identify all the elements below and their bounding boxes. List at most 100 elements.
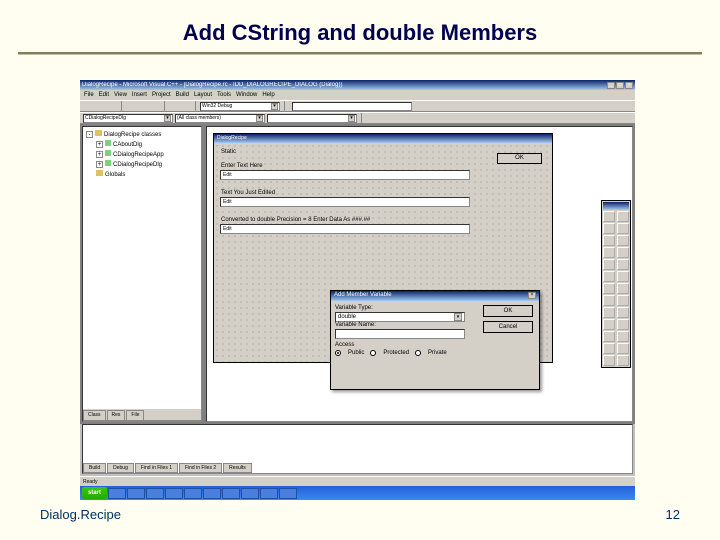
close-button[interactable]: ×	[625, 82, 633, 89]
ip-tool-icon[interactable]	[617, 343, 629, 354]
radio-public[interactable]	[335, 350, 341, 356]
progress-tool-icon[interactable]	[617, 283, 629, 294]
output-tab-results[interactable]: Results	[223, 463, 252, 473]
menu-layout[interactable]: Layout	[194, 92, 212, 98]
tree-item[interactable]: +CDialogRecipeApp	[86, 150, 198, 160]
config-combo[interactable]: Win32 Debug ▾	[200, 102, 280, 111]
tab-resourceview[interactable]: Res	[107, 410, 126, 420]
tree-item[interactable]: +CAboutDlg	[86, 140, 198, 150]
plus-icon[interactable]: +	[96, 161, 103, 168]
variable-name-input[interactable]	[335, 329, 465, 339]
radio-tool-icon[interactable]	[617, 247, 629, 258]
hscroll-tool-icon[interactable]	[603, 271, 615, 282]
members-combo[interactable]: (All class members) ▾	[175, 114, 265, 123]
radio-protected[interactable]	[370, 350, 376, 356]
edit-field-1[interactable]: Edit	[220, 170, 470, 180]
chevron-down-icon[interactable]: ▾	[348, 115, 355, 122]
output-tab-find2[interactable]: Find in Files 2	[179, 463, 222, 473]
animate-tool-icon[interactable]	[617, 319, 629, 330]
function-combo[interactable]: ▾	[267, 114, 357, 123]
start-button[interactable]: start	[82, 487, 107, 499]
tree-tool-icon[interactable]	[617, 307, 629, 318]
controls-palette[interactable]	[601, 200, 631, 368]
extended-tool-icon[interactable]	[617, 355, 629, 366]
spin-tool-icon[interactable]	[603, 283, 615, 294]
task-button[interactable]	[260, 488, 278, 499]
undo-icon[interactable]	[169, 101, 179, 111]
tab-tool-icon[interactable]	[603, 319, 615, 330]
palette-titlebar[interactable]	[603, 202, 629, 210]
tree-root[interactable]: -DialogRecipe classes	[86, 130, 198, 140]
redo-icon[interactable]	[181, 101, 191, 111]
slider-tool-icon[interactable]	[603, 295, 615, 306]
modal-ok-button[interactable]: OK	[483, 305, 533, 317]
chevron-down-icon[interactable]: ▾	[271, 103, 278, 110]
chevron-down-icon[interactable]: ▾	[454, 313, 462, 321]
find-input[interactable]	[292, 102, 412, 111]
execute-icon[interactable]	[390, 113, 400, 123]
radio-private[interactable]	[415, 350, 421, 356]
maximize-button[interactable]: □	[616, 82, 624, 89]
modal-titlebar[interactable]: Add Member Variable ×	[331, 291, 539, 301]
task-button[interactable]	[241, 488, 259, 499]
static-label[interactable]: Static	[220, 149, 237, 155]
menu-build[interactable]: Build	[176, 92, 189, 98]
tab-fileview[interactable]: File	[126, 410, 144, 420]
plus-icon[interactable]: +	[96, 151, 103, 158]
static-tool-icon[interactable]	[603, 223, 615, 234]
class-tree[interactable]: -DialogRecipe classes +CAboutDlg +CDialo…	[83, 127, 201, 409]
edit-tool-icon[interactable]	[617, 223, 629, 234]
save-icon[interactable]	[107, 101, 117, 111]
button-tool-icon[interactable]	[617, 235, 629, 246]
edit-field-3[interactable]: Edit	[220, 224, 470, 234]
chevron-down-icon[interactable]: ▾	[164, 115, 171, 122]
menu-insert[interactable]: Insert	[132, 92, 147, 98]
list-tool-icon[interactable]	[603, 307, 615, 318]
hotkey-tool-icon[interactable]	[617, 295, 629, 306]
paste-icon[interactable]	[150, 101, 160, 111]
task-button[interactable]	[165, 488, 183, 499]
task-button[interactable]	[279, 488, 297, 499]
task-button[interactable]	[203, 488, 221, 499]
menu-view[interactable]: View	[114, 92, 127, 98]
menu-edit[interactable]: Edit	[99, 92, 109, 98]
output-tab-debug[interactable]: Debug	[107, 463, 134, 473]
menu-file[interactable]: File	[84, 92, 94, 98]
menu-tools[interactable]: Tools	[217, 92, 231, 98]
menu-project[interactable]: Project	[152, 92, 171, 98]
minus-icon[interactable]: -	[86, 131, 93, 138]
new-icon[interactable]	[83, 101, 93, 111]
label-enter-text[interactable]: Enter Text Here	[220, 163, 264, 169]
open-icon[interactable]	[95, 101, 105, 111]
output-tab-build[interactable]: Build	[83, 463, 106, 473]
chevron-down-icon[interactable]: ▾	[256, 115, 263, 122]
custom-tool-icon[interactable]	[603, 355, 615, 366]
modal-close-icon[interactable]: ×	[528, 292, 536, 299]
task-button[interactable]	[146, 488, 164, 499]
picture-tool-icon[interactable]	[617, 211, 629, 222]
task-button[interactable]	[127, 488, 145, 499]
output-pane[interactable]: Build Debug Find in Files 1 Find in File…	[82, 424, 633, 474]
tree-item[interactable]: Globals	[86, 170, 198, 180]
pointer-tool-icon[interactable]	[603, 211, 615, 222]
build-icon[interactable]	[378, 113, 388, 123]
class-combo[interactable]: CDialogRecipeDlg ▾	[83, 114, 173, 123]
tab-classview[interactable]: Class	[83, 410, 106, 420]
modal-cancel-button[interactable]: Cancel	[483, 321, 533, 333]
datetime-tool-icon[interactable]	[617, 331, 629, 342]
menu-window[interactable]: Window	[236, 92, 257, 98]
task-button[interactable]	[222, 488, 240, 499]
vscroll-tool-icon[interactable]	[617, 271, 629, 282]
combo-tool-icon[interactable]	[603, 259, 615, 270]
label-converted[interactable]: Converted to double Precision = 8 Enter …	[220, 217, 371, 223]
menu-help[interactable]: Help	[262, 92, 274, 98]
plus-icon[interactable]: +	[96, 141, 103, 148]
group-tool-icon[interactable]	[603, 235, 615, 246]
checkbox-tool-icon[interactable]	[603, 247, 615, 258]
variable-type-combo[interactable]: double ▾	[335, 312, 465, 322]
richedit-tool-icon[interactable]	[603, 331, 615, 342]
tree-item[interactable]: +CDialogRecipeDlg	[86, 160, 198, 170]
label-text-edited[interactable]: Text You Just Edited	[220, 190, 276, 196]
task-button[interactable]	[184, 488, 202, 499]
cut-icon[interactable]	[126, 101, 136, 111]
